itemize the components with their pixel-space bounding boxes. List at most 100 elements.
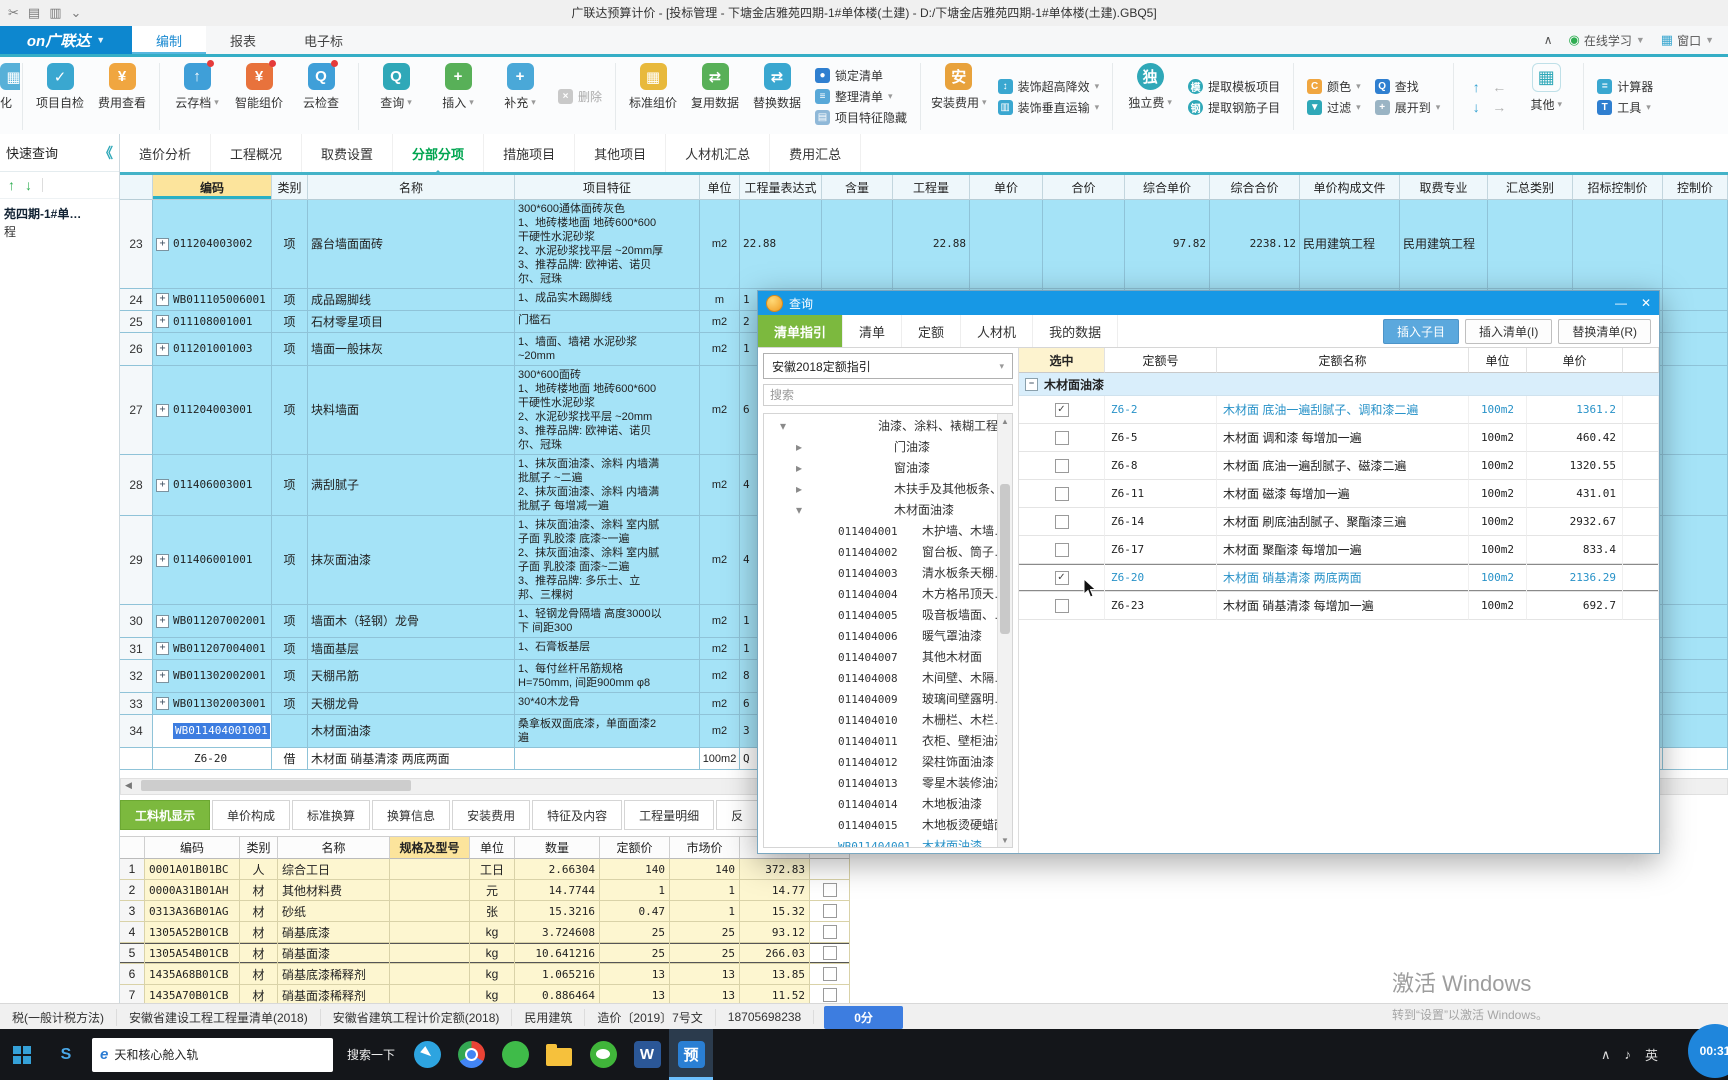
expander-icon[interactable]: [822, 584, 832, 605]
extract-template-button[interactable]: 模 提取模板项目: [1188, 78, 1280, 95]
decoration-height-button[interactable]: ↕ 装饰超高降效 ▾: [997, 78, 1099, 95]
independent-fee-button[interactable]: 独 独立费 ▾: [1120, 57, 1180, 136]
expand-icon[interactable]: [156, 553, 169, 567]
word-button[interactable]: W: [625, 1029, 669, 1080]
content-tab[interactable]: 费用汇总: [770, 134, 862, 172]
tree-node[interactable]: 011404004 木方格吊顶天…: [766, 584, 1006, 605]
start-button[interactable]: [0, 1029, 44, 1080]
bottom-tab[interactable]: 工程量明细: [624, 800, 715, 830]
tree-item[interactable]: 苑四期-1#单…: [4, 205, 115, 223]
menu-tab[interactable]: 编制: [132, 26, 207, 54]
online-learning-button[interactable]: ◉ 在线学习 ▼: [1568, 32, 1644, 49]
tree-node[interactable]: ▾ 油漆、涂料、裱糊工程: [766, 416, 998, 437]
expand-icon[interactable]: [156, 342, 169, 356]
content-tab[interactable]: 措施项目: [484, 134, 576, 172]
content-tab[interactable]: 造价分析: [120, 134, 212, 172]
expand-icon[interactable]: [156, 478, 169, 492]
taskbar-search-box[interactable]: e 天和核心舱入轨: [92, 1037, 333, 1072]
dialog-tab[interactable]: 人材机: [961, 315, 1034, 347]
content-tab[interactable]: 取费设置: [302, 134, 394, 172]
content-tab[interactable]: 分部分项: [393, 134, 485, 175]
tray-icon[interactable]: ♪: [1624, 1047, 1631, 1062]
expander-icon[interactable]: [822, 605, 832, 626]
tree-node[interactable]: ▸ 窗油漆: [766, 458, 996, 479]
expand-icon[interactable]: [156, 614, 169, 628]
menu-tab[interactable]: 电子标: [280, 26, 367, 54]
quota-row[interactable]: Z6-2 木材面 底油一遍刮腻子、调和漆二遍 100m2 1361.2: [1019, 396, 1659, 424]
window-menu-button[interactable]: ▦ 窗口 ▼: [1661, 32, 1714, 49]
select-checkbox[interactable]: [1054, 458, 1069, 473]
tree-node[interactable]: 011404003 清水板条天棚…: [766, 563, 1006, 584]
menu-tab[interactable]: 报表: [206, 26, 280, 54]
dialog-action-button[interactable]: 替换清单(R): [1558, 318, 1651, 344]
query-button[interactable]: Q 查询 ▾: [366, 57, 426, 136]
resource-row[interactable]: 4 1305A52B01CB 材 硝基底漆 kg 3.724608 25 25 …: [120, 922, 850, 943]
scrollbar-thumb[interactable]: [1000, 484, 1010, 634]
score-badge[interactable]: 0分: [824, 1005, 903, 1029]
expander-icon[interactable]: [822, 794, 832, 815]
quota-row[interactable]: Z6-5 木材面 调和漆 每增加一遍 100m2 460.42: [1019, 424, 1659, 452]
expand-icon[interactable]: [156, 669, 169, 683]
filter-button[interactable]: ▼ 过滤 ▾: [1307, 99, 1361, 116]
tree-node[interactable]: 011404007 其他木材面: [766, 647, 996, 668]
content-tab[interactable]: 人材机汇总: [666, 134, 771, 172]
collapse-ribbon-icon[interactable]: ∧: [1544, 33, 1553, 47]
row-checkbox[interactable]: [822, 883, 837, 897]
dialog-action-button[interactable]: 插入清单(I): [1465, 318, 1553, 344]
select-checkbox[interactable]: [1054, 570, 1069, 585]
tree-item[interactable]: 程: [4, 223, 115, 241]
search-app-button[interactable]: S: [44, 1029, 88, 1080]
tree-node[interactable]: 011404010 木栅栏、木栏…: [766, 710, 1006, 731]
resource-row[interactable]: 5 1305A54B01CB 材 硝基面漆 kg 10.641216 25 25…: [120, 943, 850, 964]
bottom-tab[interactable]: 单价构成: [212, 800, 291, 830]
expand-icon[interactable]: [156, 237, 169, 251]
tree-down-icon[interactable]: ↓: [25, 177, 32, 193]
content-tab[interactable]: 工程概况: [211, 134, 303, 172]
expander-icon[interactable]: [822, 710, 832, 731]
insert-button[interactable]: + 插入 ▾: [428, 57, 488, 136]
browser-360-button[interactable]: [493, 1029, 537, 1080]
table-row[interactable]: 23 011204003002 项 露台墙面面砖 300*600通体面砖灰色 1…: [120, 200, 1728, 289]
vertical-transport-button[interactable]: ▥ 装饰垂直运输 ▾: [997, 99, 1099, 116]
tree-node[interactable]: ▾ 木材面油漆: [766, 500, 996, 521]
reuse-data-button[interactable]: ⇄ 复用数据: [685, 57, 745, 136]
expander-icon[interactable]: [822, 836, 832, 847]
dialog-action-button[interactable]: 插入子目: [1382, 318, 1459, 344]
tree-node[interactable]: 011404013 零星木装修油漆: [766, 773, 1006, 794]
row-checkbox[interactable]: [822, 925, 837, 939]
tree-node[interactable]: 011404006 暖气罩油漆: [766, 626, 996, 647]
tree-node[interactable]: 011404011 衣柜、壁柜油漆: [766, 731, 1006, 752]
resource-row[interactable]: 1 0001A01B01BC 人 综合工日 工日 2.66304 140 140…: [120, 859, 850, 880]
quota-group-row[interactable]: 木材面油漆: [1019, 373, 1659, 396]
expander-icon[interactable]: [822, 626, 832, 647]
resource-row[interactable]: 2 0000A31B01AH 材 其他材料费 元 14.7744 1 1 14.…: [120, 880, 850, 901]
expander-icon[interactable]: [822, 668, 832, 689]
bottom-tab[interactable]: 换算信息: [372, 800, 451, 830]
smart-pricing-button[interactable]: ¥ 智能组价: [229, 57, 289, 136]
tray-icon[interactable]: ∧: [1601, 1047, 1611, 1063]
find-button[interactable]: Q 查找: [1374, 78, 1441, 95]
expander-icon[interactable]: [822, 563, 832, 584]
collapse-group-icon[interactable]: [1025, 377, 1038, 391]
select-checkbox[interactable]: [1054, 514, 1069, 529]
move-down-icon[interactable]: ↓: [1467, 99, 1485, 115]
resource-row[interactable]: 3 0313A36B01AG 材 砂纸 张 15.3216 0.47 1 15.…: [120, 901, 850, 922]
search-input[interactable]: [763, 384, 1013, 406]
resource-row[interactable]: 6 1435A68B01CB 材 硝基底漆稀释剂 kg 1.065216 13 …: [120, 964, 850, 985]
select-checkbox[interactable]: [1054, 486, 1069, 501]
bottom-tab[interactable]: 特征及内容: [532, 800, 623, 830]
expander-icon[interactable]: ▸: [794, 437, 804, 458]
scroll-up-icon[interactable]: ▲: [998, 414, 1012, 428]
scrollbar-thumb[interactable]: [141, 780, 411, 791]
dialog-close-icon[interactable]: ✕: [1641, 296, 1651, 310]
expander-icon[interactable]: ▾: [778, 416, 788, 437]
wechat-button[interactable]: [581, 1029, 625, 1080]
expand-icon[interactable]: [156, 642, 169, 655]
expander-icon[interactable]: [822, 773, 832, 794]
search-button-label[interactable]: 搜索一下: [347, 1046, 395, 1063]
lock-list-button[interactable]: ● 锁定清单: [815, 67, 907, 84]
tree-node[interactable]: ▸木扶手及其他板条、线条油漆: [766, 479, 1012, 500]
expander-icon[interactable]: [822, 689, 832, 710]
tree-node[interactable]: 011404001 木护墙、木墙…: [766, 521, 1006, 542]
scroll-down-icon[interactable]: ▼: [998, 833, 1012, 847]
